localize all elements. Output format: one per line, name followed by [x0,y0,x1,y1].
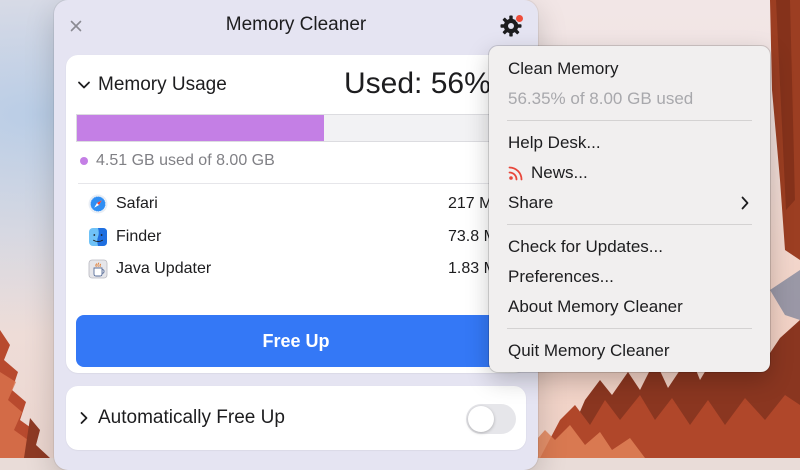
process-list: Safari 217 MB Finder 73.8 MB Java Update… [66,188,526,286]
window-title: Memory Cleaner [225,14,367,35]
menu-item-clean-memory[interactable]: Clean Memory [495,55,764,83]
expand-toggle[interactable] [76,410,92,426]
notification-badge [515,14,524,23]
menu-item-preferences[interactable]: Preferences... [495,263,764,291]
process-row: Finder 73.8 MB [66,221,526,254]
java-updater-icon [88,259,108,279]
rss-icon [508,166,523,181]
memory-cleaner-window: Memory Cleaner Memory Usage Used: 56% 4.… [54,0,538,470]
auto-free-up-label: Automatically Free Up [98,407,285,428]
memory-progress-bar [76,114,516,142]
process-row: Java Updater 1.83 MB [66,253,526,286]
titlebar: Memory Cleaner [54,0,538,52]
legend-text: 4.51 GB used of 8.00 GB [96,152,275,169]
menu-item-news-label: News... [531,163,588,182]
auto-free-up-card: Automatically Free Up [66,386,526,450]
memory-progress-fill [77,115,324,141]
menu-separator [507,224,752,225]
process-name: Finder [116,227,162,245]
safari-icon [88,194,108,214]
menu-item-usage-status: 56.35% of 8.00 GB used [508,89,694,108]
legend-dot [80,157,88,165]
settings-button[interactable] [498,13,524,39]
memory-usage-card: Memory Usage Used: 56% 4.51 GB used of 8… [66,55,526,373]
toggle-knob [468,406,494,432]
process-name: Java Updater [116,260,212,277]
finder-icon [89,227,107,246]
chevron-down-icon [78,81,90,89]
menu-item-check-updates[interactable]: Check for Updates... [495,233,764,261]
used-percentage: Used: 56% [344,67,491,100]
auto-free-up-toggle[interactable] [466,404,516,434]
chevron-right-icon [741,196,749,210]
menu-item-news[interactable]: News... [495,159,764,187]
free-up-button[interactable]: Free Up [76,315,516,367]
menu-separator [507,120,752,121]
memory-usage-header: Memory Usage Used: 56% [66,55,526,115]
chevron-right-icon [80,412,88,424]
section-title: Memory Usage [98,74,227,95]
menu-item-quit[interactable]: Quit Memory Cleaner [495,337,764,365]
process-row: Safari 217 MB [66,188,526,221]
divider [78,183,526,184]
memory-legend: 4.51 GB used of 8.00 GB [80,152,275,170]
menu-item-help-desk[interactable]: Help Desk... [495,129,764,157]
menu-item-share-label: Share [508,193,554,212]
menu-item-about[interactable]: About Memory Cleaner [495,293,764,321]
process-name: Safari [116,195,158,212]
settings-menu: Clean Memory 56.35% of 8.00 GB used Help… [489,46,770,372]
collapse-toggle[interactable] [76,77,92,93]
menu-separator [507,328,752,329]
menu-item-share[interactable]: Share [495,189,764,217]
